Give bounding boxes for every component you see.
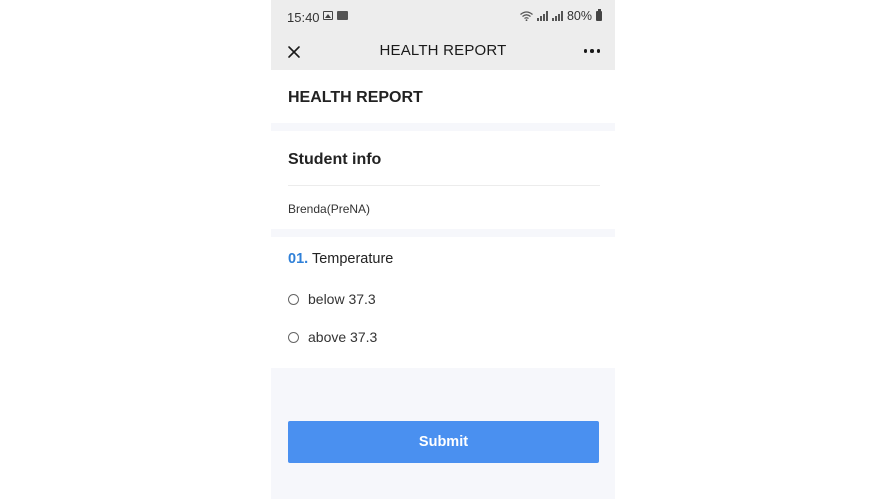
status-time: 15:40 bbox=[287, 10, 320, 25]
battery-icon bbox=[596, 9, 602, 21]
student-info-title: Student info bbox=[288, 151, 382, 168]
more-options-button[interactable] bbox=[581, 44, 603, 58]
divider bbox=[288, 185, 600, 186]
status-bar: 15:40 80% bbox=[271, 0, 615, 34]
question-title: 01. Temperature bbox=[288, 251, 393, 267]
phone-screen: 15:40 80% HEALTH REPORT HEALTH REPORT St… bbox=[271, 0, 615, 499]
more-dots-icon bbox=[583, 49, 588, 53]
student-name: Brenda(PreNA) bbox=[288, 202, 371, 216]
notification-icons bbox=[323, 11, 348, 20]
option-label: below 37.3 bbox=[308, 291, 376, 307]
question-card: 01. Temperature below 37.3 above 37.3 bbox=[271, 237, 615, 368]
signal-icon-1 bbox=[536, 11, 548, 21]
radio-button[interactable] bbox=[288, 293, 299, 305]
nav-title: HEALTH REPORT bbox=[379, 42, 507, 59]
screen: 15:40 80% HEALTH REPORT HEALTH REPORT St… bbox=[0, 0, 887, 499]
question-number: 01. bbox=[288, 251, 309, 267]
option-below-37-3[interactable]: below 37.3 bbox=[288, 291, 376, 307]
student-info-card: Student info Brenda(PreNA) bbox=[271, 131, 615, 229]
signal-icon-2 bbox=[551, 11, 563, 21]
nav-bar: HEALTH REPORT bbox=[271, 34, 615, 70]
status-indicators: 80% bbox=[520, 9, 602, 23]
header-card: HEALTH REPORT bbox=[271, 70, 615, 123]
question-label: Temperature bbox=[311, 251, 394, 267]
image-notification-icon bbox=[323, 11, 333, 20]
battery-percent: 80% bbox=[566, 9, 592, 23]
app-notification-icon bbox=[337, 11, 348, 20]
option-above-37-3[interactable]: above 37.3 bbox=[288, 329, 377, 345]
radio-button[interactable] bbox=[288, 331, 299, 343]
option-label: above 37.3 bbox=[308, 329, 378, 345]
wifi-icon bbox=[520, 11, 533, 21]
submit-button[interactable]: Submit bbox=[288, 421, 599, 463]
page-title: HEALTH REPORT bbox=[288, 89, 423, 106]
